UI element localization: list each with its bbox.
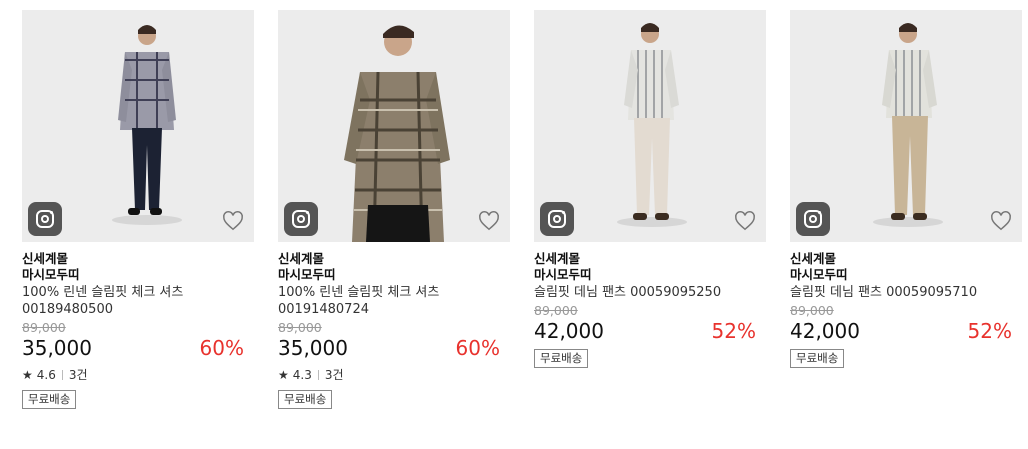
rating-value: 4.6 [36,368,56,382]
divider [61,370,63,380]
divider [317,370,319,380]
shop-name: 마시모두띠 [278,267,336,282]
star-icon: ★ [278,368,289,382]
review-count: 3건 [324,368,344,382]
product-card[interactable]: 신세계몰 마시모두띠 100% 린넨 슬림핏 체크 셔츠 00191480724… [278,10,510,409]
discount-rate: 60% [455,336,500,360]
product-name[interactable]: 슬림핏 데님 팬츠 00059095710 [790,284,1022,301]
star-icon: ★ [22,368,33,382]
discount-rate: 52% [967,319,1012,343]
original-price: 89,000 [534,303,578,318]
original-price: 89,000 [278,320,322,335]
sale-price: 42,000 [534,319,604,343]
free-shipping-badge: 무료배송 [278,390,333,409]
product-name[interactable]: 100% 린넨 슬림핏 체크 셔츠 00189480500 [22,284,254,318]
product-image[interactable] [278,10,510,242]
heart-outline-icon[interactable] [478,210,500,232]
original-price: 89,000 [22,320,66,335]
product-image[interactable] [790,10,1022,242]
product-card[interactable]: 신세계몰 마시모두띠 100% 린넨 슬림핏 체크 셔츠 00189480500… [22,10,254,409]
heart-outline-icon[interactable] [990,210,1012,232]
product-image[interactable] [534,10,766,242]
instagram-camera-icon[interactable] [284,202,318,236]
product-card[interactable]: 신세계몰 마시모두띠 슬림핏 데님 팬츠 00059095710 89,000 … [790,10,1022,368]
sale-price: 35,000 [278,336,348,360]
brand-name: 신세계몰 [22,251,69,266]
instagram-camera-icon[interactable] [540,202,574,236]
free-shipping-badge: 무료배송 [790,349,845,368]
review-count: 3건 [68,368,88,382]
instagram-camera-icon[interactable] [796,202,830,236]
original-price: 89,000 [790,303,834,318]
shop-name: 마시모두띠 [534,267,592,282]
sale-price: 35,000 [22,336,92,360]
discount-rate: 60% [199,336,244,360]
brand-name: 신세계몰 [534,251,581,266]
free-shipping-badge: 무료배송 [534,349,589,368]
brand-name: 신세계몰 [790,251,837,266]
rating-value: 4.3 [292,368,312,382]
sale-price: 42,000 [790,319,860,343]
brand-name: 신세계몰 [278,251,325,266]
heart-outline-icon[interactable] [222,210,244,232]
product-name[interactable]: 100% 린넨 슬림핏 체크 셔츠 00191480724 [278,284,510,318]
shop-name: 마시모두띠 [22,267,80,282]
instagram-camera-icon[interactable] [28,202,62,236]
free-shipping-badge: 무료배송 [22,390,77,409]
product-name[interactable]: 슬림핏 데님 팬츠 00059095250 [534,284,766,301]
rating-row: ★ 4.6 3건 [22,366,254,384]
product-image[interactable] [22,10,254,242]
rating-row: ★ 4.3 3건 [278,366,510,384]
shop-name: 마시모두띠 [790,267,848,282]
discount-rate: 52% [711,319,756,343]
product-card[interactable]: 신세계몰 마시모두띠 슬림핏 데님 팬츠 00059095250 89,000 … [534,10,766,368]
heart-outline-icon[interactable] [734,210,756,232]
